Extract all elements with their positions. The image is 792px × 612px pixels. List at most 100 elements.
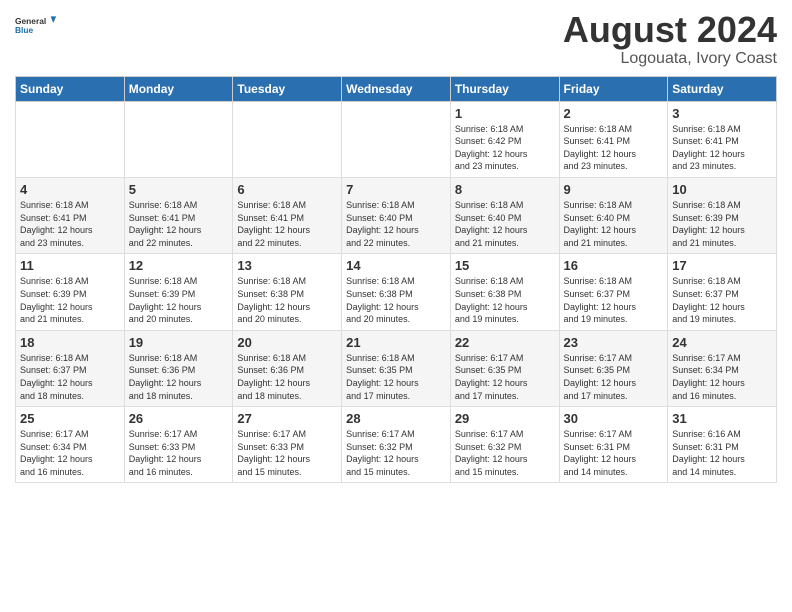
day-info: Sunrise: 6:18 AMSunset: 6:41 PMDaylight:… — [564, 124, 637, 172]
day-number: 28 — [346, 411, 446, 426]
day-number: 9 — [564, 182, 664, 197]
calendar-cell: 26Sunrise: 6:17 AMSunset: 6:33 PMDayligh… — [124, 407, 233, 483]
day-number: 13 — [237, 258, 337, 273]
calendar-cell: 2 Sunrise: 6:18 AMSunset: 6:41 PMDaylight… — [559, 101, 668, 177]
day-number: 4 — [20, 182, 120, 197]
day-number: 11 — [20, 258, 120, 273]
day-info: Sunrise: 6:17 AMSunset: 6:32 PMDaylight:… — [346, 429, 419, 477]
calendar-cell: 11 Sunrise: 6:18 AMSunset: 6:39 PMDayligh… — [16, 254, 125, 330]
calendar-cell: 25 Sunrise: 6:17 AMSunset: 6:34 PMDayligh… — [16, 407, 125, 483]
day-number: 6 — [237, 182, 337, 197]
day-info: Sunrise: 6:18 AMSunset: 6:37 PMDaylight:… — [672, 276, 745, 324]
col-header-friday: Friday — [559, 76, 668, 101]
header: General Blue August 2024 Logouata, Ivory… — [15, 10, 777, 68]
calendar-cell: 31 Sunrise: 6:16 AMSunset: 6:31 PMDayligh… — [668, 407, 777, 483]
logo-svg: General Blue — [15, 10, 57, 42]
day-info: Sunrise: 6:17 AMSunset: 6:35 PMDaylight:… — [564, 353, 637, 401]
day-number: 23 — [564, 335, 664, 350]
day-info: Sunrise: 6:17 AMSunset: 6:35 PMDaylight:… — [455, 353, 528, 401]
day-info: Sunrise: 6:18 AMSunset: 6:41 PMDaylight:… — [237, 200, 310, 248]
calendar-cell: 3 Sunrise: 6:18 AMSunset: 6:41 PMDaylight… — [668, 101, 777, 177]
calendar-cell: 13 Sunrise: 6:18 AMSunset: 6:38 PMDayligh… — [233, 254, 342, 330]
calendar-cell: 15 Sunrise: 6:18 AMSunset: 6:38 PMDayligh… — [450, 254, 559, 330]
day-number: 26 — [129, 411, 229, 426]
day-number: 2 — [564, 106, 664, 121]
day-info: Sunrise: 6:17 AMSunset: 6:32 PMDaylight:… — [455, 429, 528, 477]
calendar-cell: 29 Sunrise: 6:17 AMSunset: 6:32 PMDayligh… — [450, 407, 559, 483]
day-number: 31 — [672, 411, 772, 426]
calendar-cell: 6 Sunrise: 6:18 AMSunset: 6:41 PMDaylight… — [233, 177, 342, 253]
day-number: 14 — [346, 258, 446, 273]
calendar-cell: 21 Sunrise: 6:18 AMSunset: 6:35 PMDayligh… — [342, 330, 451, 406]
day-number: 7 — [346, 182, 446, 197]
calendar-cell: 23 Sunrise: 6:17 AMSunset: 6:35 PMDayligh… — [559, 330, 668, 406]
day-info: Sunrise: 6:18 AMSunset: 6:40 PMDaylight:… — [564, 200, 637, 248]
day-info: Sunrise: 6:18 AMSunset: 6:37 PMDaylight:… — [564, 276, 637, 324]
calendar-cell — [124, 101, 233, 177]
day-number: 8 — [455, 182, 555, 197]
day-number: 12 — [129, 258, 229, 273]
day-number: 3 — [672, 106, 772, 121]
day-number: 17 — [672, 258, 772, 273]
calendar-cell: 8 Sunrise: 6:18 AMSunset: 6:40 PMDaylight… — [450, 177, 559, 253]
day-info: Sunrise: 6:18 AMSunset: 6:41 PMDaylight:… — [672, 124, 745, 172]
day-info: Sunrise: 6:18 AMSunset: 6:41 PMDaylight:… — [129, 200, 202, 248]
calendar-cell — [233, 101, 342, 177]
day-info: Sunrise: 6:17 AMSunset: 6:34 PMDaylight:… — [20, 429, 93, 477]
day-number: 5 — [129, 182, 229, 197]
day-number: 16 — [564, 258, 664, 273]
calendar-cell: 18Sunrise: 6:18 AMSunset: 6:37 PMDayligh… — [16, 330, 125, 406]
calendar-cell: 10 Sunrise: 6:18 AMSunset: 6:39 PMDayligh… — [668, 177, 777, 253]
day-number: 15 — [455, 258, 555, 273]
day-info: Sunrise: 6:18 AMSunset: 6:38 PMDaylight:… — [237, 276, 310, 324]
col-header-monday: Monday — [124, 76, 233, 101]
calendar-cell: 4 Sunrise: 6:18 AMSunset: 6:41 PMDaylight… — [16, 177, 125, 253]
col-header-sunday: Sunday — [16, 76, 125, 101]
day-info: Sunrise: 6:18 AMSunset: 6:35 PMDaylight:… — [346, 353, 419, 401]
day-info: Sunrise: 6:18 AMSunset: 6:40 PMDaylight:… — [455, 200, 528, 248]
day-info: Sunrise: 6:18 AMSunset: 6:38 PMDaylight:… — [346, 276, 419, 324]
day-number: 22 — [455, 335, 555, 350]
day-info: Sunrise: 6:18 AMSunset: 6:38 PMDaylight:… — [455, 276, 528, 324]
day-number: 30 — [564, 411, 664, 426]
day-number: 18 — [20, 335, 120, 350]
day-info: Sunrise: 6:18 AMSunset: 6:40 PMDaylight:… — [346, 200, 419, 248]
title-block: August 2024 Logouata, Ivory Coast — [563, 10, 777, 68]
calendar-cell: 5 Sunrise: 6:18 AMSunset: 6:41 PMDaylight… — [124, 177, 233, 253]
calendar-table: SundayMondayTuesdayWednesdayThursdayFrid… — [15, 76, 777, 484]
day-number: 10 — [672, 182, 772, 197]
calendar-cell: 9 Sunrise: 6:18 AMSunset: 6:40 PMDaylight… — [559, 177, 668, 253]
calendar-cell: 30Sunrise: 6:17 AMSunset: 6:31 PMDayligh… — [559, 407, 668, 483]
main-title: August 2024 — [563, 10, 777, 50]
day-info: Sunrise: 6:17 AMSunset: 6:34 PMDaylight:… — [672, 353, 745, 401]
day-info: Sunrise: 6:18 AMSunset: 6:39 PMDaylight:… — [672, 200, 745, 248]
calendar-cell: 14 Sunrise: 6:18 AMSunset: 6:38 PMDayligh… — [342, 254, 451, 330]
day-info: Sunrise: 6:18 AMSunset: 6:36 PMDaylight:… — [237, 353, 310, 401]
day-number: 29 — [455, 411, 555, 426]
day-info: Sunrise: 6:18 AMSunset: 6:39 PMDaylight:… — [129, 276, 202, 324]
col-header-thursday: Thursday — [450, 76, 559, 101]
calendar-cell: 28 Sunrise: 6:17 AMSunset: 6:32 PMDayligh… — [342, 407, 451, 483]
col-header-saturday: Saturday — [668, 76, 777, 101]
day-info: Sunrise: 6:18 AMSunset: 6:39 PMDaylight:… — [20, 276, 93, 324]
day-info: Sunrise: 6:16 AMSunset: 6:31 PMDaylight:… — [672, 429, 745, 477]
calendar-cell: 24Sunrise: 6:17 AMSunset: 6:34 PMDayligh… — [668, 330, 777, 406]
calendar-cell — [16, 101, 125, 177]
col-header-tuesday: Tuesday — [233, 76, 342, 101]
calendar-cell: 1Sunrise: 6:18 AMSunset: 6:42 PMDaylight… — [450, 101, 559, 177]
day-number: 21 — [346, 335, 446, 350]
calendar-cell: 17 Sunrise: 6:18 AMSunset: 6:37 PMDayligh… — [668, 254, 777, 330]
day-info: Sunrise: 6:18 AMSunset: 6:36 PMDaylight:… — [129, 353, 202, 401]
svg-text:Blue: Blue — [15, 25, 33, 35]
col-header-wednesday: Wednesday — [342, 76, 451, 101]
day-info: Sunrise: 6:18 AMSunset: 6:41 PMDaylight:… — [20, 200, 93, 248]
calendar-cell: 12 Sunrise: 6:18 AMSunset: 6:39 PMDayligh… — [124, 254, 233, 330]
day-number: 25 — [20, 411, 120, 426]
calendar-cell: 27Sunrise: 6:17 AMSunset: 6:33 PMDayligh… — [233, 407, 342, 483]
calendar-cell: 7 Sunrise: 6:18 AMSunset: 6:40 PMDaylight… — [342, 177, 451, 253]
logo: General Blue — [15, 10, 57, 42]
subtitle: Logouata, Ivory Coast — [563, 50, 777, 68]
calendar-cell — [342, 101, 451, 177]
page-container: General Blue August 2024 Logouata, Ivory… — [0, 0, 792, 493]
day-number: 20 — [237, 335, 337, 350]
